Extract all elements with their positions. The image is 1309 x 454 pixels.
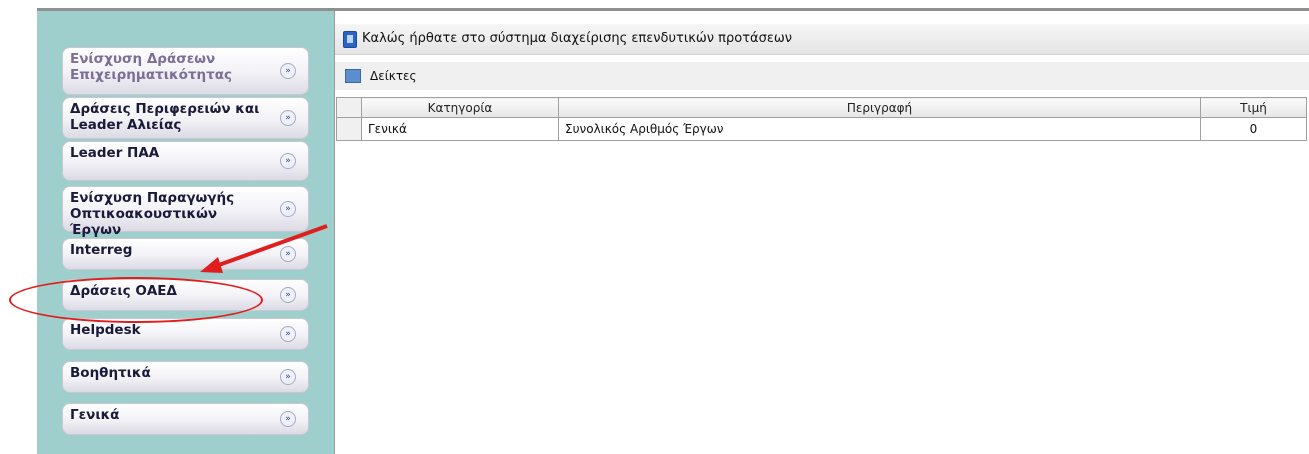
- annotation-arrow: [200, 224, 328, 273]
